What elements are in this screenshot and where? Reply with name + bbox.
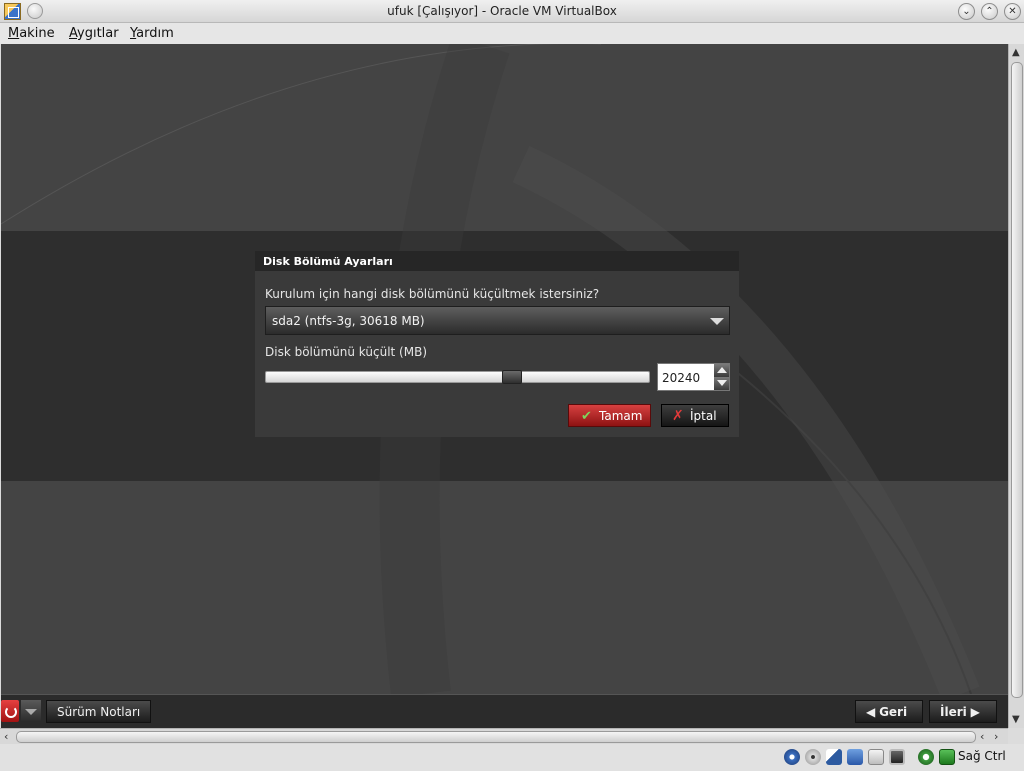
vertical-scrollbar[interactable]: ▲ ▼ — [1008, 44, 1024, 728]
cpu-virtualization-icon[interactable] — [889, 749, 905, 765]
chevron-down-icon — [710, 318, 724, 325]
usb-icon[interactable] — [826, 749, 842, 765]
check-icon: ✔ — [581, 409, 592, 424]
scroll-left-icon[interactable]: ‹ — [980, 730, 984, 743]
keyboard-capture-icon[interactable] — [939, 749, 955, 765]
mouse-integration-icon[interactable] — [918, 749, 934, 765]
x-icon: ✗ — [672, 408, 684, 424]
shrink-label: Disk bölümünü küçült (MB) — [265, 345, 427, 359]
partition-select[interactable]: sda2 (ntfs-3g, 30618 MB) — [265, 306, 730, 335]
dialog-title: Disk Bölümü Ayarları — [255, 251, 739, 271]
shrink-size-spinbox[interactable]: 20240 — [657, 363, 730, 391]
menubar: Makine Aygıtlar Yardım — [0, 23, 1024, 44]
window-title: ufuk [Çalışıyor] - Oracle VM VirtualBox — [387, 4, 617, 18]
power-icon[interactable] — [1, 700, 19, 722]
back-button[interactable]: ◀ Geri — [855, 700, 923, 723]
scroll-down-icon[interactable]: ▼ — [1012, 714, 1020, 725]
partition-settings-dialog: Disk Bölümü Ayarları Kurulum için hangi … — [255, 251, 739, 437]
ok-button[interactable]: ✔ Tamam — [568, 404, 651, 427]
vertical-scroll-thumb[interactable] — [1011, 62, 1023, 698]
optical-drive-icon[interactable] — [805, 749, 821, 765]
menu-makine[interactable]: Makine — [8, 26, 55, 41]
window-titlebar: ufuk [Çalışıyor] - Oracle VM VirtualBox … — [0, 0, 1024, 23]
horizontal-scrollbar[interactable]: ‹ ‹ › — [0, 728, 1008, 744]
installer-toolbar: Sürüm Notları ◀ Geri İleri ▶ — [1, 694, 1008, 728]
shrink-size-value[interactable]: 20240 — [662, 371, 700, 385]
network-icon[interactable] — [847, 749, 863, 765]
partition-select-value: sda2 (ntfs-3g, 30618 MB) — [272, 314, 425, 328]
shrink-slider[interactable] — [265, 370, 650, 384]
next-button[interactable]: İleri ▶ — [929, 700, 997, 723]
statusbar: Sağ Ctrl — [0, 744, 1024, 771]
maximize-button[interactable]: ⌃ — [981, 3, 998, 20]
scroll-up-icon[interactable]: ▲ — [1012, 47, 1020, 58]
menu-aygitlar[interactable]: Aygıtlar — [69, 26, 119, 41]
vm-display[interactable]: Disk Bölümü Ayarları Kurulum için hangi … — [1, 44, 1008, 728]
spin-down-icon[interactable] — [714, 377, 729, 390]
horizontal-scroll-thumb[interactable] — [16, 731, 976, 743]
cancel-button[interactable]: ✗ İptal — [661, 404, 729, 427]
close-button[interactable]: ✕ — [1004, 3, 1021, 20]
spin-up-icon[interactable] — [714, 364, 729, 377]
menu-yardim[interactable]: Yardım — [130, 26, 174, 41]
scroll-right-icon[interactable]: › — [994, 730, 998, 743]
arrow-left-icon: ◀ — [866, 705, 876, 719]
power-menu-dropdown[interactable] — [21, 700, 41, 722]
scroll-left-icon[interactable]: ‹ — [4, 730, 8, 743]
host-key-label: Sağ Ctrl — [958, 749, 1006, 763]
shared-folder-icon[interactable] — [868, 749, 884, 765]
release-notes-button[interactable]: Sürüm Notları — [46, 700, 152, 723]
slider-handle[interactable] — [502, 370, 522, 384]
minimize-button[interactable]: ⌄ — [958, 3, 975, 20]
arrow-right-icon: ▶ — [970, 705, 980, 719]
hard-disk-icon[interactable] — [784, 749, 800, 765]
partition-question: Kurulum için hangi disk bölümünü küçültm… — [265, 287, 600, 301]
